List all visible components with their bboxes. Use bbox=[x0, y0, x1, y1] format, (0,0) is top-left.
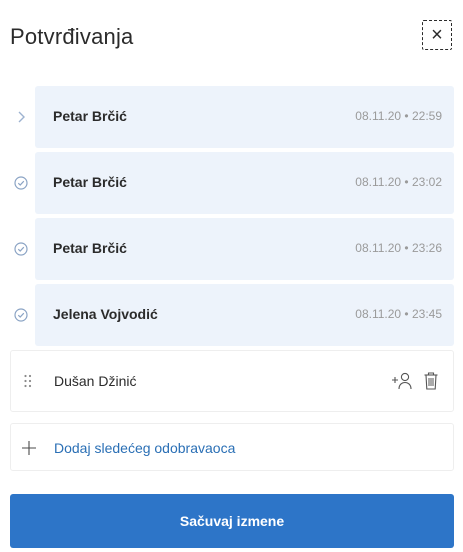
approval-timestamp: 08.11.20 • 22:59 bbox=[355, 109, 442, 123]
approval-card: Jelena Vojvodić 08.11.20 • 23:45 bbox=[35, 284, 454, 346]
panel-title: Potvrđivanja bbox=[10, 24, 134, 49]
pending-actions bbox=[391, 369, 439, 393]
panel-header: Potvrđivanja × bbox=[10, 18, 452, 58]
approval-timestamp: 08.11.20 • 23:02 bbox=[355, 175, 442, 189]
approval-row[interactable]: Petar Brčić 08.11.20 • 23:02 bbox=[10, 152, 454, 214]
approval-timestamp: 08.11.20 • 23:26 bbox=[355, 241, 442, 255]
approval-row[interactable]: Petar Brčić 08.11.20 • 23:26 bbox=[10, 218, 454, 280]
add-user-icon[interactable] bbox=[391, 371, 413, 391]
drag-handle-icon[interactable] bbox=[23, 373, 33, 389]
check-circle-icon bbox=[13, 307, 29, 323]
approvals-panel: Potvrđivanja × Petar Brčić 08.11.20 • 22… bbox=[0, 0, 463, 552]
chevron-right-icon[interactable] bbox=[13, 109, 29, 125]
approval-card: Petar Brčić 08.11.20 • 23:02 bbox=[35, 152, 454, 214]
approvals-list: Petar Brčić 08.11.20 • 22:59 Petar Brčić… bbox=[10, 86, 454, 350]
add-approver-link[interactable]: Dodaj sledećeg odobravaoca bbox=[10, 423, 454, 471]
pending-approver-name: Dušan Džinić bbox=[54, 373, 137, 389]
trash-icon[interactable] bbox=[423, 371, 439, 391]
close-button[interactable]: × bbox=[422, 20, 452, 50]
approver-name: Petar Brčić bbox=[53, 108, 127, 124]
approver-name: Petar Brčić bbox=[53, 240, 127, 256]
approval-card: Petar Brčić 08.11.20 • 23:26 bbox=[35, 218, 454, 280]
add-approver-label: Dodaj sledećeg odobravaoca bbox=[54, 440, 236, 456]
approval-card: Petar Brčić 08.11.20 • 22:59 bbox=[35, 86, 454, 148]
pending-approver-row[interactable]: Dušan Džinić bbox=[10, 350, 454, 412]
check-circle-icon bbox=[13, 241, 29, 257]
save-changes-button[interactable]: Sačuvaj izmene bbox=[10, 494, 454, 548]
plus-icon bbox=[21, 440, 37, 456]
check-circle-icon bbox=[13, 175, 29, 191]
approver-name: Petar Brčić bbox=[53, 174, 127, 190]
approver-name: Jelena Vojvodić bbox=[53, 306, 158, 322]
approval-timestamp: 08.11.20 • 23:45 bbox=[355, 307, 442, 321]
close-icon: × bbox=[431, 23, 443, 46]
approval-row[interactable]: Jelena Vojvodić 08.11.20 • 23:45 bbox=[10, 284, 454, 346]
approval-row[interactable]: Petar Brčić 08.11.20 • 22:59 bbox=[10, 86, 454, 148]
